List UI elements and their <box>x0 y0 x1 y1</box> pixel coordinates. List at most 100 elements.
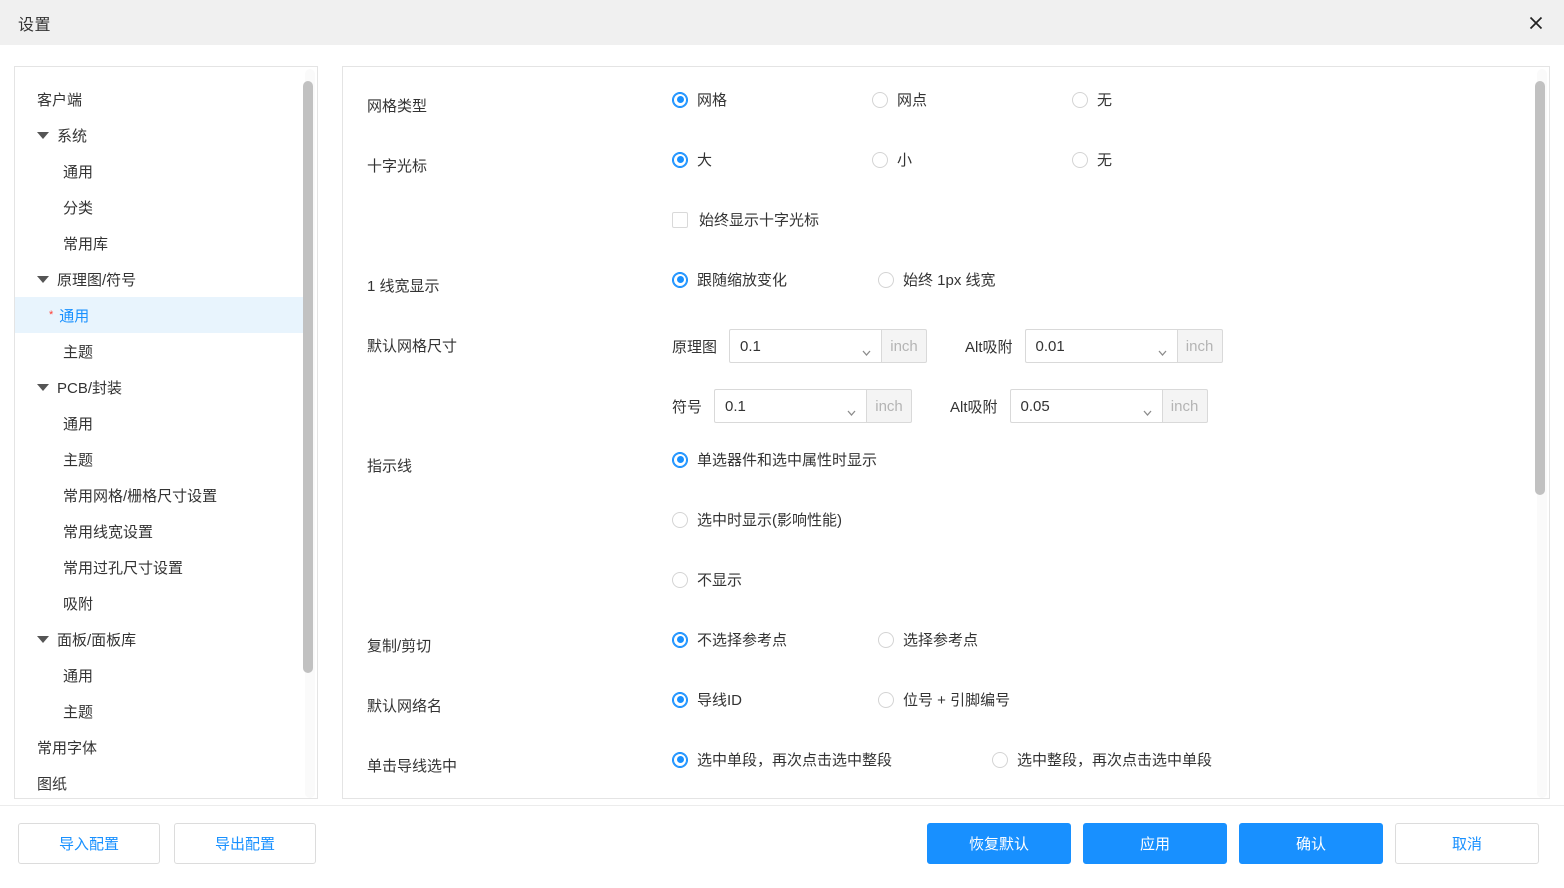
export-config-button[interactable]: 导出配置 <box>174 823 316 864</box>
sidebar-item-14[interactable]: 吸附 <box>15 585 305 621</box>
unit-suffix-inch: inch <box>1161 389 1208 423</box>
sidebar-item-2[interactable]: 通用 <box>15 153 305 189</box>
sidebar-item-0[interactable]: 客户端 <box>15 81 305 117</box>
radio-crosshair-none[interactable]: 无 <box>1072 149 1272 170</box>
close-button[interactable] <box>1508 0 1564 45</box>
radio-mark-icon <box>672 691 688 708</box>
field-label-symbol: 符号 <box>672 398 703 416</box>
radio-line-width-follow-zoom[interactable]: 跟随缩放变化 <box>672 269 878 290</box>
radio-label: 选中单段，再次点击选中整段 <box>697 752 893 769</box>
radio-leader-line-on-select[interactable]: 选中时显示(影响性能) <box>672 509 842 530</box>
content-scrollbar-thumb[interactable] <box>1535 81 1545 495</box>
radio-mark-icon <box>872 91 888 108</box>
chevron-down-icon <box>37 275 49 283</box>
radio-line-width-always-1px[interactable]: 始终 1px 线宽 <box>878 269 1084 290</box>
label-spacer <box>367 209 672 215</box>
radio-mark-icon <box>878 691 894 708</box>
confirm-button[interactable]: 确认 <box>1239 823 1383 864</box>
select-value: 0.1 <box>725 397 746 415</box>
sidebar-item-1[interactable]: 系统 <box>15 117 305 153</box>
sidebar-scrollbar-thumb[interactable] <box>303 81 313 673</box>
checkbox-always-show-crosshair[interactable]: 始终显示十字光标 <box>672 209 819 230</box>
sidebar-item-7[interactable]: 主题 <box>15 333 305 369</box>
sidebar-item-17[interactable]: 主题 <box>15 693 305 729</box>
apply-button[interactable]: 应用 <box>1083 823 1227 864</box>
label-spacer <box>367 389 672 395</box>
sidebar-item-15[interactable]: 面板/面板库 <box>15 621 305 657</box>
setting-row-default-grid-size-schematic: 默认网格尺寸 原理图 0.1 inch Alt吸附 0.01 inch <box>343 329 1533 389</box>
radio-mark-icon <box>872 151 888 168</box>
sidebar-item-16[interactable]: 通用 <box>15 657 305 693</box>
radio-mark-icon <box>992 751 1008 768</box>
radio-leader-line-hidden[interactable]: 不显示 <box>672 569 742 590</box>
radio-label: 小 <box>897 152 913 169</box>
radio-label: 单选器件和选中属性时显示 <box>697 452 878 469</box>
sidebar-item-5[interactable]: 原理图/符号 <box>15 261 305 297</box>
cancel-button[interactable]: 取消 <box>1395 823 1539 864</box>
radio-label: 选中时显示(影响性能) <box>697 512 842 529</box>
chevron-down-icon <box>1158 343 1167 356</box>
unit-suffix-inch: inch <box>1176 329 1223 363</box>
sidebar-item-label: 面板/面板库 <box>57 631 137 649</box>
radio-mark-icon <box>672 751 688 768</box>
select-symbol-alt-snap[interactable]: 0.05 <box>1009 389 1162 423</box>
sidebar-item-10[interactable]: 主题 <box>15 441 305 477</box>
label-spacer <box>367 509 672 515</box>
radio-label: 网点 <box>897 92 928 109</box>
sidebar-item-18[interactable]: 常用字体 <box>15 729 305 765</box>
select-schematic-alt-snap[interactable]: 0.01 <box>1024 329 1177 363</box>
field-label-alt-snap: Alt吸附 <box>950 398 998 416</box>
radio-label: 不显示 <box>697 572 743 589</box>
radio-mark-icon <box>672 91 688 108</box>
select-value: 0.1 <box>740 337 761 355</box>
sidebar-item-12[interactable]: 常用线宽设置 <box>15 513 305 549</box>
sidebar-item-9[interactable]: 通用 <box>15 405 305 441</box>
radio-crosshair-large[interactable]: 大 <box>672 149 872 170</box>
radio-copy-cut-pick-reference[interactable]: 选择参考点 <box>878 629 1084 650</box>
radio-mark-icon <box>672 631 688 648</box>
radio-grid-type-none[interactable]: 无 <box>1072 89 1272 110</box>
field-label-alt-snap: Alt吸附 <box>965 338 1013 356</box>
radio-mark-icon <box>672 511 688 528</box>
sidebar-scrollbar-track[interactable] <box>303 69 315 798</box>
sidebar-item-11[interactable]: 常用网格/栅格尺寸设置 <box>15 477 305 513</box>
sidebar-item-6[interactable]: * 通用 <box>15 297 305 333</box>
radio-grid-type-grid[interactable]: 网格 <box>672 89 872 110</box>
sidebar-item-4[interactable]: 常用库 <box>15 225 305 261</box>
label-default-net-name: 默认网络名 <box>367 698 443 715</box>
setting-row-default-grid-size-symbol: 符号 0.1 inch Alt吸附 0.05 inch <box>343 389 1533 449</box>
radio-net-name-wire-id[interactable]: 导线ID <box>672 689 878 710</box>
radio-net-name-designator-pin[interactable]: 位号 + 引脚编号 <box>878 689 1084 710</box>
radio-leader-line-single-select[interactable]: 单选器件和选中属性时显示 <box>672 449 877 470</box>
select-schematic-grid-size[interactable]: 0.1 <box>729 329 882 363</box>
radio-click-wire-whole-first[interactable]: 选中整段，再次点击选中单段 <box>992 749 1212 770</box>
restore-defaults-button[interactable]: 恢复默认 <box>927 823 1071 864</box>
sidebar-item-label: 常用网格/栅格尺寸设置 <box>63 487 218 505</box>
radio-click-wire-segment-first[interactable]: 选中单段，再次点击选中整段 <box>672 749 992 770</box>
select-symbol-grid-size[interactable]: 0.1 <box>714 389 867 423</box>
radio-label: 导线ID <box>697 692 743 709</box>
field-group-symbol-alt-snap: Alt吸附 0.05 inch <box>950 389 1208 423</box>
label-default-grid-size: 默认网格尺寸 <box>367 338 458 355</box>
select-value: 0.01 <box>1035 337 1065 355</box>
radio-mark-icon <box>878 631 894 648</box>
sidebar-item-8[interactable]: PCB/封装 <box>15 369 305 405</box>
sidebar-item-label: 常用线宽设置 <box>63 523 154 541</box>
label-click-wire-select: 单击导线选中 <box>367 758 458 775</box>
radio-copy-cut-no-reference[interactable]: 不选择参考点 <box>672 629 878 650</box>
unit-suffix-inch: inch <box>881 329 928 363</box>
close-icon <box>1527 14 1545 32</box>
field-group-symbol-grid: 符号 0.1 inch <box>672 389 913 423</box>
radio-grid-type-dots[interactable]: 网点 <box>872 89 1072 110</box>
radio-mark-icon <box>672 571 688 588</box>
sidebar-item-19[interactable]: 图纸 <box>15 765 305 798</box>
sidebar-item-3[interactable]: 分类 <box>15 189 305 225</box>
radio-label: 选中整段，再次点击选中单段 <box>1017 752 1213 769</box>
label-crosshair: 十字光标 <box>367 158 428 175</box>
sidebar-item-13[interactable]: 常用过孔尺寸设置 <box>15 549 305 585</box>
radio-crosshair-small[interactable]: 小 <box>872 149 1072 170</box>
setting-row-default-net-name: 默认网络名 导线ID 位号 + 引脚编号 <box>343 689 1533 749</box>
chevron-down-icon <box>37 383 49 391</box>
import-config-button[interactable]: 导入配置 <box>18 823 160 864</box>
content-scrollbar-track[interactable] <box>1535 69 1547 798</box>
